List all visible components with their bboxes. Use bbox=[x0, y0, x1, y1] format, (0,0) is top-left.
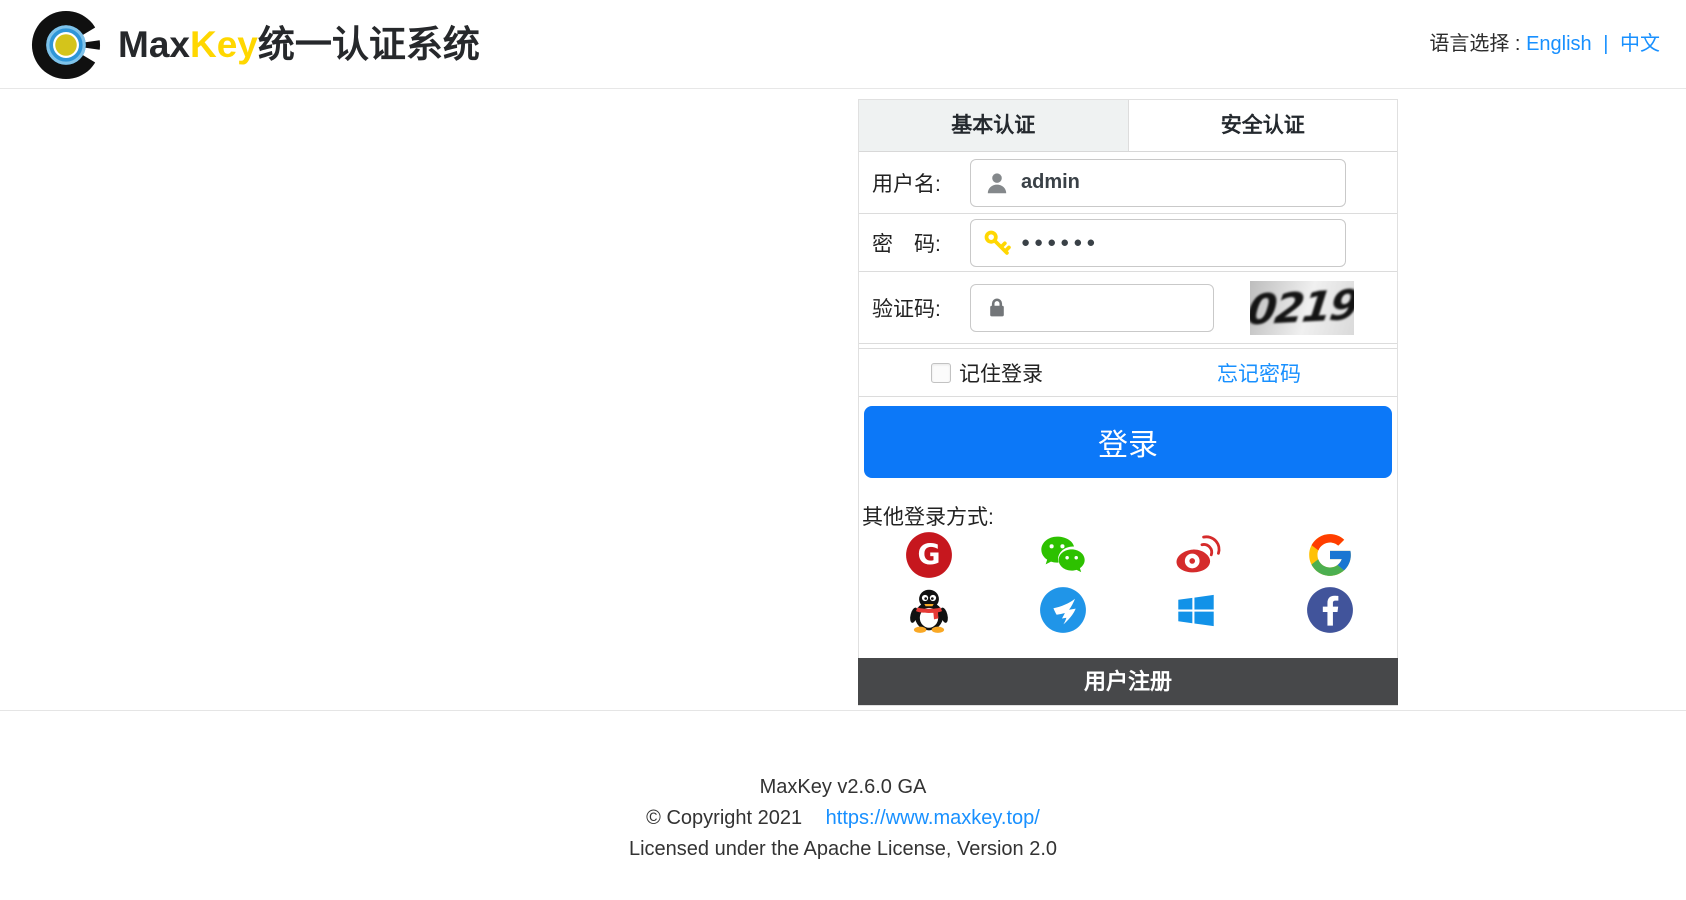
qq-icon bbox=[910, 589, 948, 633]
register-link[interactable]: 用户注册 bbox=[858, 658, 1398, 705]
language-separator: | bbox=[1603, 33, 1609, 55]
language-label: 语言选择 : bbox=[1429, 33, 1521, 55]
captcha-row: 验证码: 0219 bbox=[859, 272, 1397, 344]
svg-text:G: G bbox=[917, 538, 940, 571]
captcha-label: 验证码: bbox=[872, 297, 941, 321]
username-field[interactable] bbox=[970, 158, 1346, 207]
footer: MaxKey v2.6.0 GA © Copyright 2021 https:… bbox=[0, 772, 1686, 865]
gitee-icon: G bbox=[905, 531, 952, 578]
facebook-icon bbox=[1307, 586, 1354, 633]
login-button-area: 登录 bbox=[859, 397, 1397, 487]
copyright-line: © Copyright 2021 https://www.maxkey.top/ bbox=[0, 803, 1686, 834]
microsoft-icon bbox=[1178, 594, 1215, 626]
dingtalk-login-button[interactable] bbox=[996, 582, 1130, 637]
captcha-field[interactable] bbox=[970, 283, 1214, 332]
login-panel: 基本认证 安全认证 用户名: 密 码: 验证码: bbox=[858, 99, 1398, 706]
key-icon bbox=[983, 229, 1011, 257]
other-methods-label: 其他登录方式: bbox=[862, 506, 994, 529]
lock-icon bbox=[983, 296, 1011, 320]
wechat-login-button[interactable] bbox=[996, 527, 1130, 582]
auth-tabs: 基本认证 安全认证 bbox=[859, 100, 1397, 152]
password-input[interactable] bbox=[1021, 234, 1335, 251]
social-login-providers: G bbox=[862, 527, 1397, 637]
user-icon bbox=[983, 170, 1011, 196]
google-login-button[interactable] bbox=[1263, 527, 1397, 582]
page-title: MaxKey统一认证系统 bbox=[118, 24, 480, 65]
facebook-login-button[interactable] bbox=[1263, 582, 1397, 637]
username-label: 用户名: bbox=[872, 172, 941, 196]
login-button[interactable]: 登录 bbox=[864, 406, 1392, 478]
remember-label: 记住登录 bbox=[959, 362, 1043, 386]
gitee-login-button[interactable]: G bbox=[862, 527, 996, 582]
tab-secure-auth[interactable]: 安全认证 bbox=[1127, 100, 1397, 151]
footer-divider bbox=[0, 710, 1686, 711]
header: MaxKey统一认证系统 语言选择 : English | 中文 bbox=[0, 0, 1686, 89]
dingtalk-icon bbox=[1039, 586, 1086, 633]
microsoft-login-button[interactable] bbox=[1130, 582, 1264, 637]
weibo-icon bbox=[1176, 534, 1221, 572]
password-field[interactable] bbox=[970, 218, 1346, 267]
password-row: 密 码: bbox=[859, 214, 1397, 272]
language-chinese-link[interactable]: 中文 bbox=[1620, 33, 1660, 55]
username-input[interactable] bbox=[1021, 171, 1335, 194]
weibo-login-button[interactable] bbox=[1130, 527, 1264, 582]
remember-row: 记住登录 忘记密码 bbox=[859, 348, 1397, 397]
language-english-link[interactable]: English bbox=[1526, 33, 1592, 55]
password-label: 密 码: bbox=[872, 232, 941, 256]
captcha-image[interactable]: 0219 bbox=[1250, 280, 1354, 335]
remember-checkbox[interactable] bbox=[931, 362, 951, 383]
maxkey-website-link[interactable]: https://www.maxkey.top/ bbox=[826, 807, 1040, 829]
captcha-digits: 0219 bbox=[1250, 280, 1354, 335]
other-login-section: 其他登录方式: G bbox=[859, 487, 1397, 637]
maxkey-logo-icon bbox=[31, 10, 104, 80]
wechat-icon bbox=[1040, 536, 1085, 572]
copyright-text: © Copyright 2021 bbox=[646, 807, 803, 829]
qq-login-button[interactable] bbox=[862, 582, 996, 637]
license-text: Licensed under the Apache License, Versi… bbox=[628, 838, 1058, 860]
tab-basic-auth[interactable]: 基本认证 bbox=[859, 100, 1128, 151]
language-selector: 语言选择 : English | 中文 bbox=[1429, 0, 1660, 89]
google-icon bbox=[1309, 533, 1351, 576]
version-text: MaxKey v2.6.0 GA bbox=[759, 776, 927, 798]
username-row: 用户名: bbox=[859, 152, 1397, 214]
forgot-password-link[interactable]: 忘记密码 bbox=[1217, 358, 1301, 388]
captcha-input[interactable] bbox=[1021, 296, 1203, 319]
